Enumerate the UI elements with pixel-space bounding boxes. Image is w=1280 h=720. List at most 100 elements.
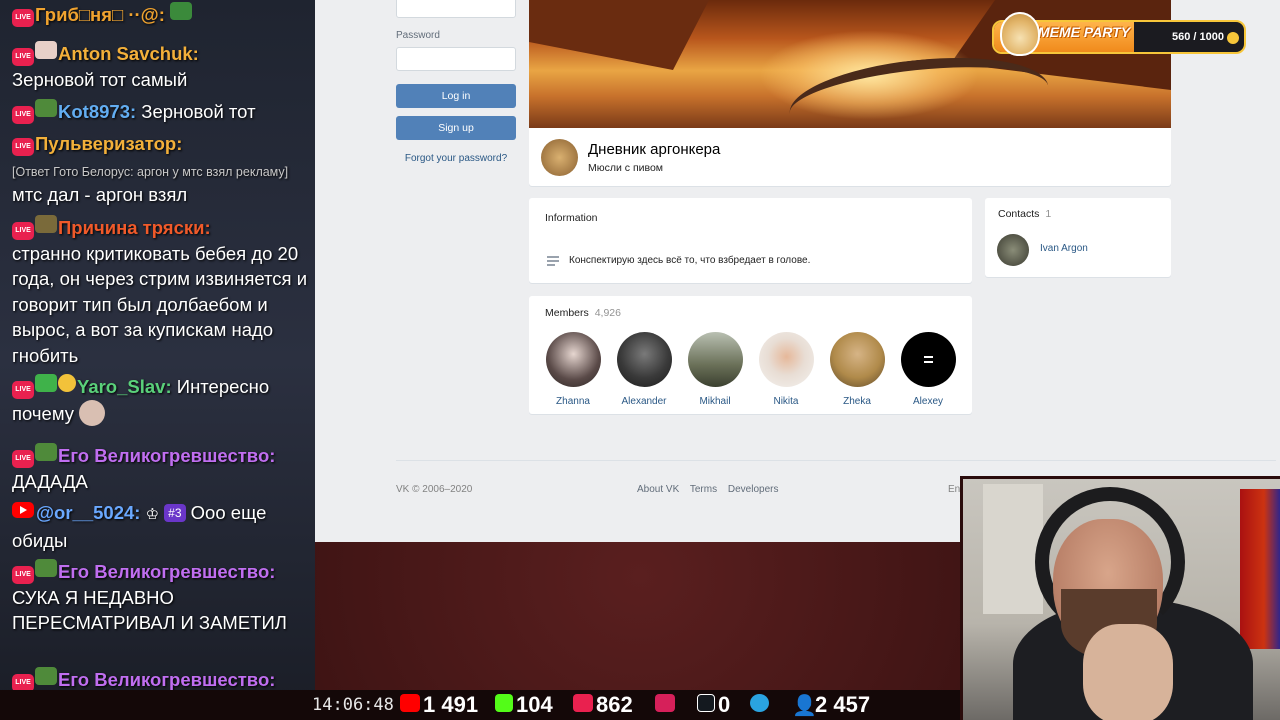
telegram-slot bbox=[750, 693, 772, 717]
rutube-icon bbox=[697, 694, 715, 712]
password-label: Password bbox=[396, 30, 440, 41]
member-item[interactable]: Alexey bbox=[898, 332, 958, 407]
member-name[interactable]: Nikita bbox=[756, 396, 816, 407]
footer-terms-link[interactable]: Terms bbox=[690, 484, 717, 495]
member-item[interactable]: Zheka bbox=[827, 332, 887, 407]
information-title: Information bbox=[545, 212, 598, 224]
pepe-emote-icon bbox=[35, 667, 57, 685]
member-avatar[interactable] bbox=[900, 332, 956, 387]
footer-about-link[interactable]: About VK bbox=[637, 484, 679, 495]
members-title: Members 4,926 bbox=[545, 307, 621, 319]
avatar-emote-icon bbox=[35, 41, 57, 59]
vk-live-badge: LIVE bbox=[12, 9, 34, 27]
member-avatar[interactable] bbox=[545, 332, 601, 387]
vk-live-icon bbox=[573, 694, 593, 712]
chat-message: LIVE Kot8973: Зерновой тот bbox=[12, 99, 312, 125]
youtube-viewers: 1 491 bbox=[400, 693, 478, 717]
chat-nick: Kot8973: bbox=[58, 101, 137, 122]
face-emote-icon bbox=[79, 399, 106, 426]
members-card: Members 4,926 Zhanna Alexander Mikhail N… bbox=[529, 296, 972, 414]
member-avatar[interactable] bbox=[829, 332, 885, 387]
vklive-viewers: 862 bbox=[573, 693, 633, 717]
chat-message: LIVE Yaro_Slav: Интересно почему bbox=[12, 374, 312, 426]
vk-group-page: Password Log in Sign up Forgot your pass… bbox=[315, 0, 1280, 542]
email-field[interactable] bbox=[396, 0, 516, 18]
member-name[interactable]: Zheka bbox=[827, 396, 887, 407]
rutube-viewers: 0 bbox=[697, 693, 730, 717]
signup-button[interactable]: Sign up bbox=[396, 116, 516, 140]
pepe-emote-icon bbox=[35, 443, 57, 461]
coin-icon bbox=[1227, 32, 1239, 44]
chat-message: LIVE Его Великогревшество: СУКА Я НЕДАВНО… bbox=[12, 559, 312, 636]
contacts-card: Contacts 1 Ivan Argon bbox=[985, 198, 1171, 277]
chat-message: LIVE Его Великогревшество: bbox=[12, 667, 312, 693]
total-viewers: 👤2 457 bbox=[792, 692, 871, 718]
vk-live-badge: LIVE bbox=[12, 138, 34, 156]
youtube-icon bbox=[400, 694, 420, 712]
youtube-badge-icon bbox=[12, 502, 34, 518]
chat-text: ДАДАДА bbox=[12, 470, 88, 492]
chat-nick: Anton Savchuk: bbox=[58, 43, 199, 64]
contact-avatar[interactable] bbox=[997, 234, 1029, 266]
rank-badge: #3 bbox=[164, 504, 186, 522]
member-avatar[interactable] bbox=[758, 332, 814, 387]
chat-nick: Гриб□ня□ ··@: bbox=[35, 4, 165, 25]
member-item[interactable]: Mikhail bbox=[685, 332, 745, 407]
chat-message: LIVE Причина тряски: странно критиковать … bbox=[12, 215, 312, 368]
pepe-emote-icon bbox=[35, 99, 57, 117]
member-name[interactable]: Mikhail bbox=[685, 396, 745, 407]
group-status: Мюсли с пивом bbox=[588, 162, 664, 174]
chat-message: LIVE Пульверизатор: [Ответ Гото Белорус: … bbox=[12, 131, 312, 208]
member-item[interactable]: Nikita bbox=[756, 332, 816, 407]
chat-message: LIVE Anton Savchuk: Зерновой тот самый bbox=[12, 41, 312, 92]
member-avatar[interactable] bbox=[687, 332, 743, 387]
forgot-password-link[interactable]: Forgot your password? bbox=[396, 153, 516, 164]
contact-name-link[interactable]: Ivan Argon bbox=[1040, 243, 1088, 254]
pepe-emote-icon bbox=[35, 559, 57, 577]
streamer-webcam bbox=[960, 476, 1280, 720]
check-emote-icon bbox=[35, 374, 57, 392]
password-field[interactable] bbox=[396, 47, 516, 71]
vk-live-badge: LIVE bbox=[12, 450, 34, 468]
kick-viewers: 104 bbox=[495, 693, 553, 717]
meme-party-title: MEME PARTY bbox=[1038, 24, 1131, 40]
vk-live-badge: LIVE bbox=[12, 566, 34, 584]
information-card: Information Конспектирую здесь всё то, ч… bbox=[529, 198, 972, 283]
group-avatar[interactable] bbox=[541, 139, 578, 176]
chat-reply-quote: [Ответ Гото Белорус: аргон у мтс взял ре… bbox=[12, 164, 289, 179]
footer-developers-link[interactable]: Developers bbox=[728, 484, 779, 495]
tank-emote-icon bbox=[35, 215, 57, 233]
chat-text: Зерновой тот самый bbox=[12, 68, 188, 90]
chat-message: LIVE Гриб□ня□ ··@: bbox=[12, 2, 312, 28]
chat-nick: Пульверизатор: bbox=[35, 133, 183, 154]
member-name[interactable]: Zhanna bbox=[543, 396, 603, 407]
smile-emote-icon bbox=[58, 374, 76, 392]
crown-icon: ♔ bbox=[145, 506, 160, 523]
chat-nick: Его Великогревшество: bbox=[58, 445, 276, 466]
chat-nick: Причина тряски: bbox=[58, 217, 211, 238]
play-icon bbox=[655, 694, 675, 712]
member-avatar[interactable] bbox=[616, 332, 672, 387]
chat-text: Зерновой тот bbox=[141, 101, 256, 122]
footer-copyright: VK © 2006–2020 bbox=[396, 484, 473, 495]
frog-emote-icon bbox=[170, 2, 193, 20]
kick-icon bbox=[495, 694, 513, 712]
footer-divider bbox=[396, 460, 1276, 461]
member-name[interactable]: Alexey bbox=[898, 396, 958, 407]
chat-nick: Yaro_Slav: bbox=[77, 376, 172, 397]
group-title: Дневник аргонкера bbox=[588, 141, 721, 158]
vk-live-badge: LIVE bbox=[12, 106, 34, 124]
vk-live-badge: LIVE bbox=[12, 381, 34, 399]
telegram-icon bbox=[750, 694, 769, 712]
stream-clock: 14:06:48 bbox=[312, 695, 394, 715]
chat-message: @or__5024: ♔ #3 Ооо еще обиды bbox=[12, 500, 312, 553]
vk-live-badge: LIVE bbox=[12, 48, 34, 66]
member-item[interactable]: Zhanna bbox=[543, 332, 603, 407]
chat-message: LIVE Его Великогревшество: ДАДАДА bbox=[12, 443, 312, 494]
footer-language-link[interactable]: En bbox=[948, 484, 960, 495]
trovo-icon-slot bbox=[655, 693, 678, 717]
login-button[interactable]: Log in bbox=[396, 84, 516, 108]
member-item[interactable]: Alexander bbox=[614, 332, 674, 407]
chat-text: мтс дал - аргон взял bbox=[12, 184, 188, 205]
member-name[interactable]: Alexander bbox=[614, 396, 674, 407]
